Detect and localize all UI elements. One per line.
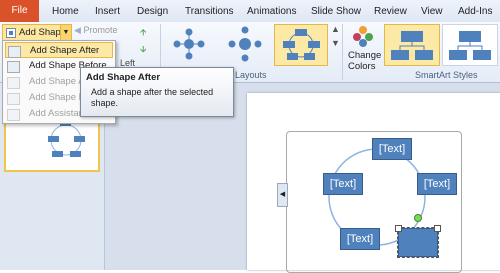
style-preview-icon bbox=[449, 31, 491, 60]
promote-arrow-icon: ◀ bbox=[74, 25, 81, 35]
change-colors-button[interactable]: Change Colors bbox=[346, 24, 381, 80]
tab-file[interactable]: File bbox=[0, 0, 39, 22]
cycle-node[interactable]: [Text] bbox=[417, 173, 457, 195]
layout-thumb-basic-cycle[interactable] bbox=[274, 24, 328, 66]
layouts-scroll-up-icon[interactable]: ▲ bbox=[331, 24, 340, 34]
menu-add-shape-after[interactable]: Add Shape After bbox=[5, 42, 113, 58]
cycle-node[interactable]: [Text] bbox=[340, 228, 380, 250]
tab-review[interactable]: Review bbox=[374, 4, 407, 20]
layout-radial-icon bbox=[173, 28, 205, 60]
tooltip-title: Add Shape After bbox=[86, 72, 161, 83]
layouts-scroll-down-icon[interactable]: ▼ bbox=[331, 38, 340, 48]
move-down-icon[interactable]: 🡫 bbox=[140, 42, 146, 58]
rotate-handle-icon[interactable] bbox=[414, 214, 422, 222]
tab-add-ins[interactable]: Add-Ins bbox=[458, 4, 492, 20]
resize-handle-icon[interactable] bbox=[395, 225, 402, 232]
tab-view[interactable]: View bbox=[421, 4, 443, 20]
promote-button[interactable]: ◀ Promote bbox=[74, 25, 117, 36]
cycle-node-selected[interactable] bbox=[397, 227, 439, 258]
color-palette-icon bbox=[353, 26, 373, 47]
style-preview-icon bbox=[391, 31, 433, 60]
cycle-node[interactable]: [Text] bbox=[372, 138, 412, 160]
tooltip: Add Shape After Add a shape after the se… bbox=[80, 67, 234, 117]
smartart-style-1[interactable] bbox=[384, 24, 440, 66]
add-shape-below-icon bbox=[7, 93, 20, 105]
resize-handle-icon[interactable] bbox=[434, 225, 441, 232]
dropdown-arrow-icon[interactable]: ▼ bbox=[60, 25, 71, 41]
tab-transitions[interactable]: Transitions bbox=[185, 4, 234, 20]
tab-design[interactable]: Design bbox=[137, 4, 168, 20]
add-shape-above-icon bbox=[7, 77, 20, 89]
layouts-group-label: Layouts bbox=[235, 70, 267, 80]
layout-thumb-2[interactable] bbox=[228, 24, 262, 64]
tab-animations[interactable]: Animations bbox=[247, 4, 296, 20]
add-shape-icon bbox=[6, 28, 16, 38]
add-shape-after-icon bbox=[8, 46, 21, 58]
tab-home[interactable]: Home bbox=[52, 4, 79, 20]
smartart-styles-group-label: SmartArt Styles bbox=[415, 70, 478, 80]
move-up-icon[interactable]: 🡩 bbox=[140, 25, 146, 41]
add-assistant-icon bbox=[7, 109, 20, 121]
ribbon-tab-bar: File Home Insert Design Transitions Anim… bbox=[0, 0, 500, 23]
tab-slide-show[interactable]: Slide Show bbox=[311, 4, 361, 20]
layout-cycle-icon bbox=[228, 26, 262, 62]
cycle-node[interactable]: [Text] bbox=[323, 173, 363, 195]
tooltip-body: Add a shape after the selected shape. bbox=[91, 87, 214, 108]
layout-thumb-1[interactable] bbox=[172, 24, 206, 64]
slide-canvas[interactable]: ◀ [Text] [Text] [Text] [Text] bbox=[247, 93, 500, 273]
tab-insert[interactable]: Insert bbox=[95, 4, 120, 20]
add-shape-before-icon bbox=[7, 61, 20, 73]
smartart-style-2[interactable] bbox=[442, 24, 498, 66]
layout-basic-cycle-icon bbox=[283, 29, 320, 60]
